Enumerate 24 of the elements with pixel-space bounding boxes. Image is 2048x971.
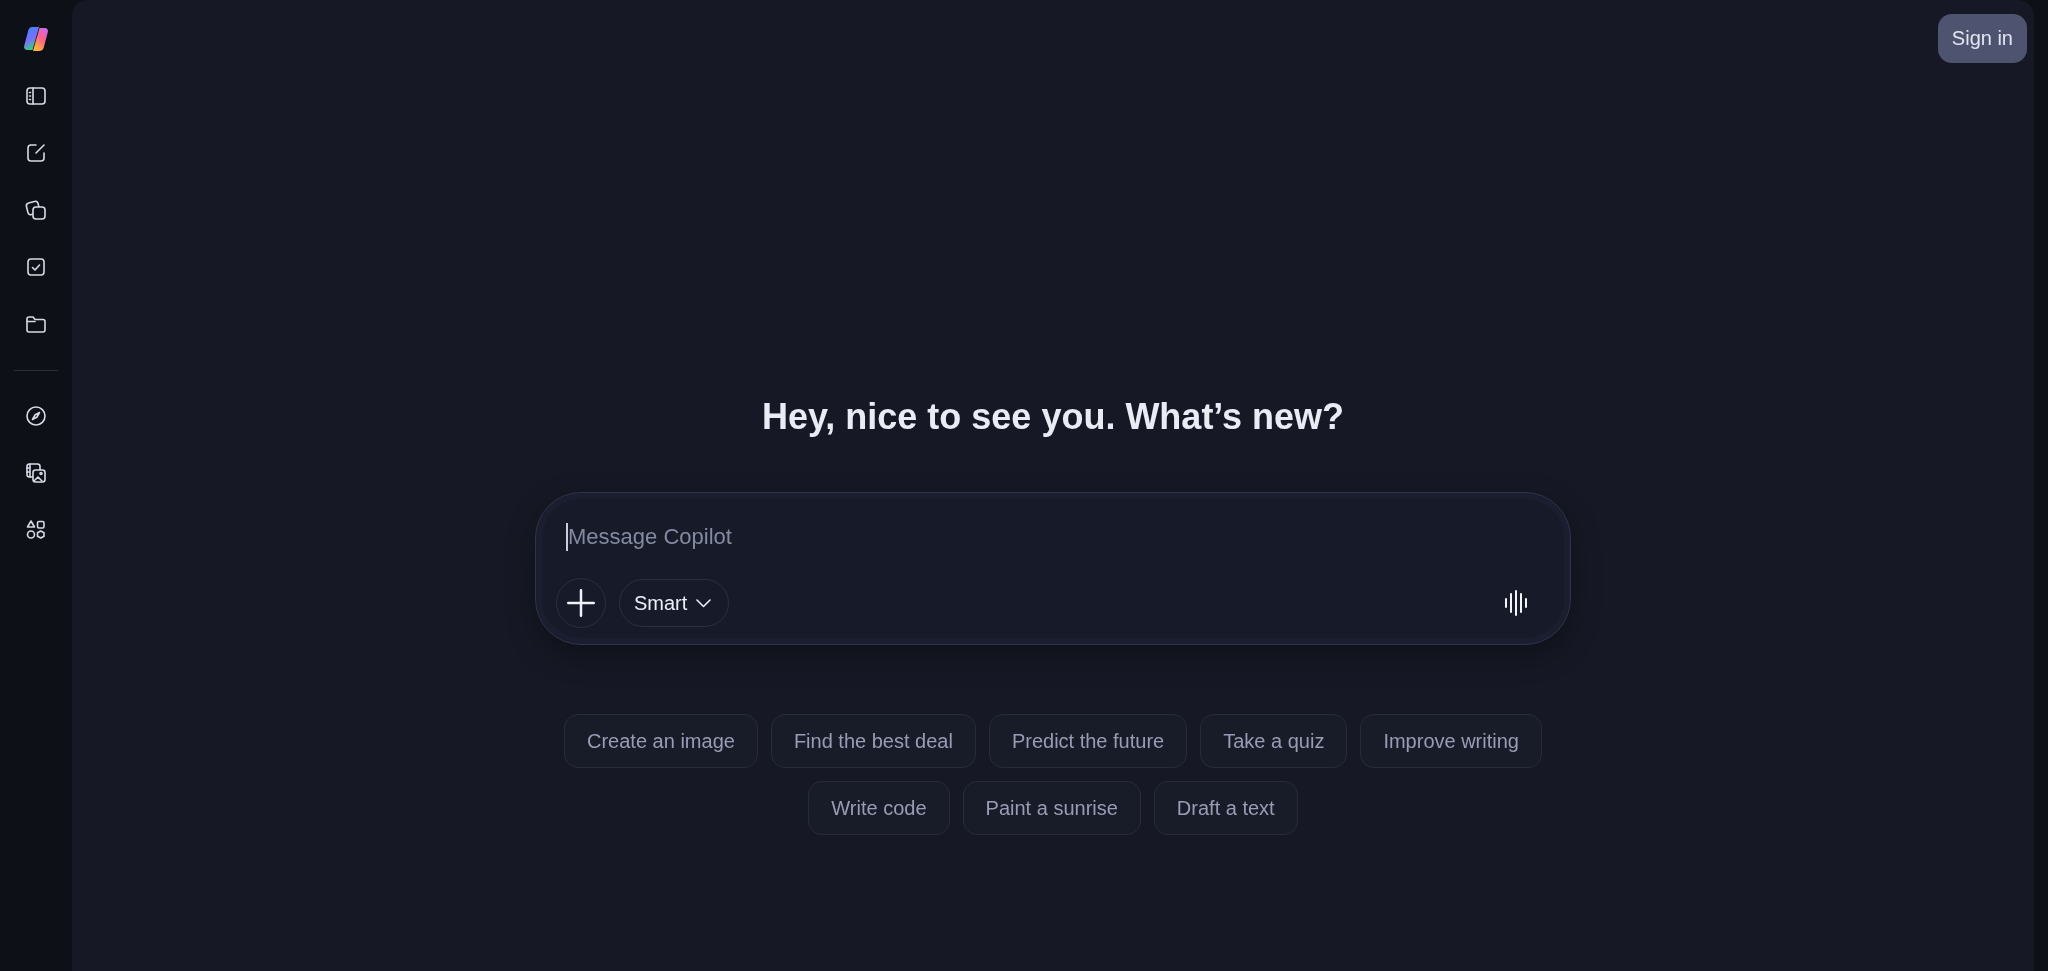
suggestion-chip[interactable]: Take a quiz <box>1200 714 1348 768</box>
checkbox-icon <box>24 255 48 279</box>
suggestion-chip[interactable]: Predict the future <box>988 714 1188 768</box>
app-logo-icon <box>22 25 50 53</box>
suggestion-chip[interactable]: Paint a sunrise <box>962 781 1141 835</box>
suggestion-chip[interactable]: Write code <box>808 781 950 835</box>
suggestion-chip[interactable]: Draft a text <box>1153 781 1298 835</box>
add-button[interactable] <box>556 578 606 628</box>
suggestion-chip[interactable]: Improve writing <box>1360 714 1542 768</box>
chevron-down-icon <box>696 598 712 608</box>
sign-in-button[interactable]: Sign in <box>1937 14 2027 63</box>
compass-icon <box>24 404 48 428</box>
suggestion-chip[interactable]: Create an image <box>564 714 758 768</box>
shapes-icon <box>24 518 48 542</box>
plus-icon <box>567 589 595 617</box>
greeting-heading: Hey, nice to see you. What’s new? <box>761 395 1345 439</box>
pen-square-icon <box>24 141 48 165</box>
sound-wave-icon <box>1504 590 1528 616</box>
message-input[interactable]: Message Copilot <box>568 521 1534 553</box>
images-icon <box>24 461 48 485</box>
text-cursor <box>566 523 568 551</box>
stacked-squares-icon <box>24 198 48 222</box>
panel-icon <box>24 84 48 108</box>
suggestion-chip[interactable]: Find the best deal <box>770 714 976 768</box>
